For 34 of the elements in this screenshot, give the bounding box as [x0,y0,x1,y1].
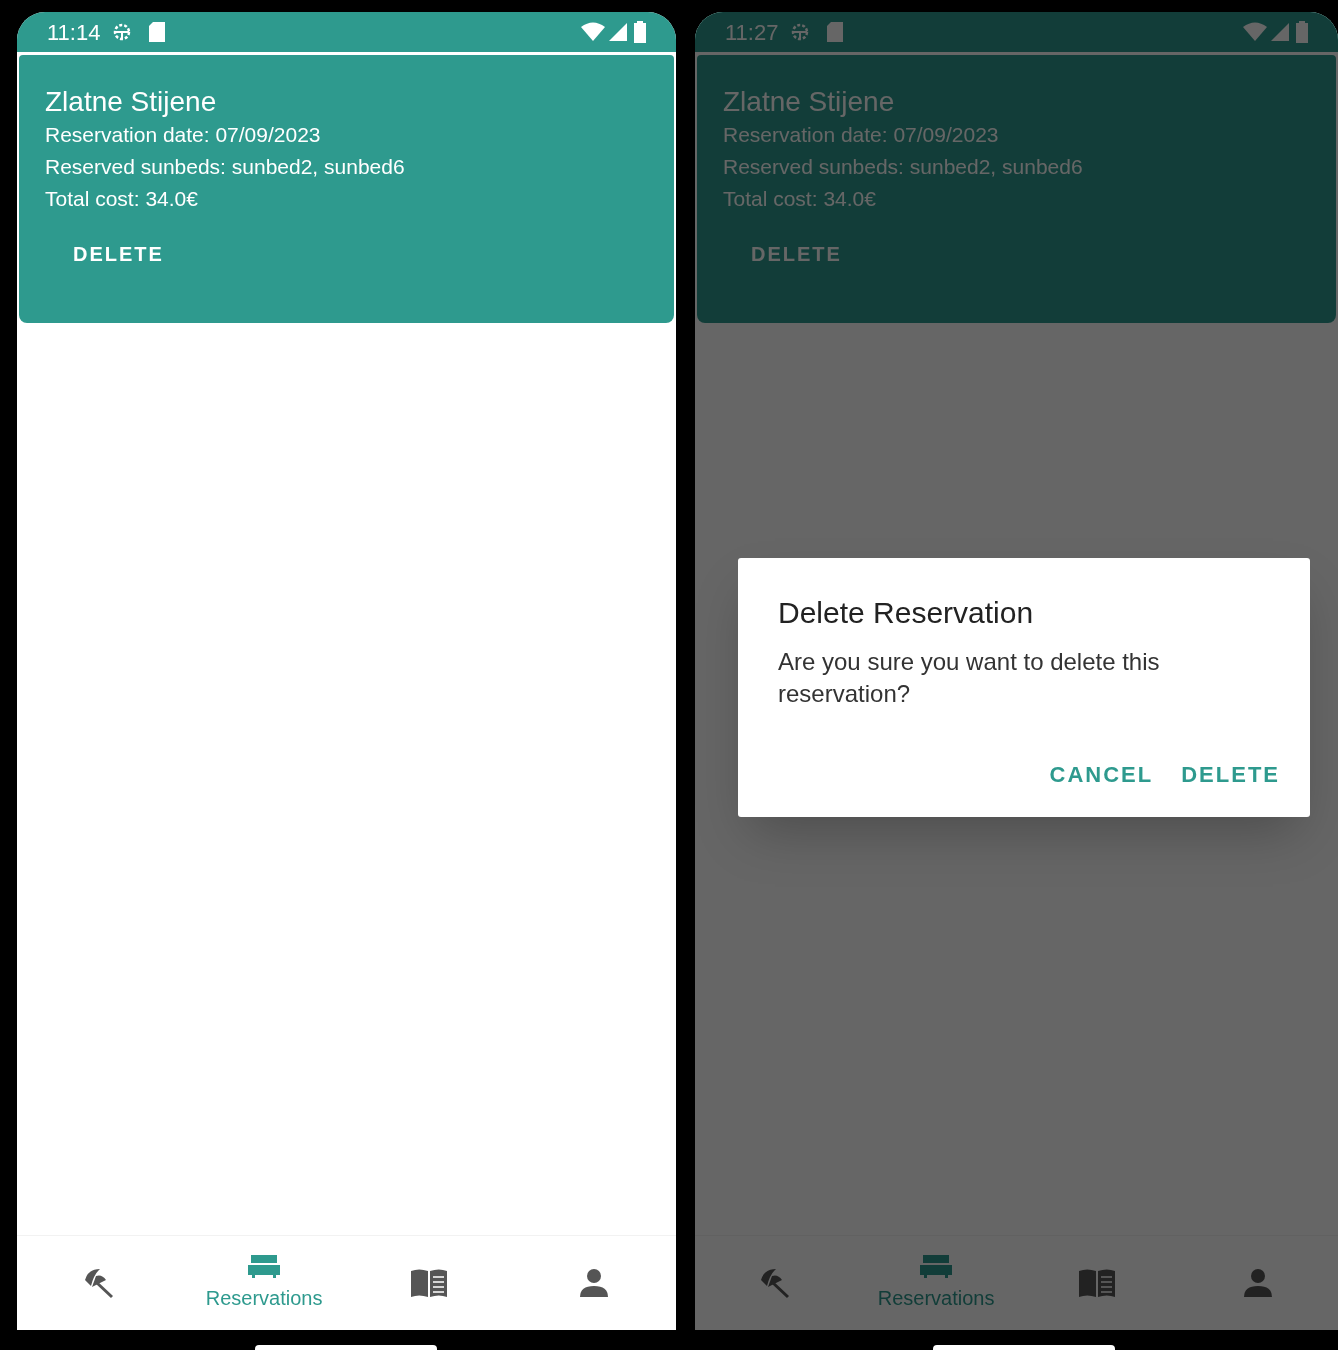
nav-item[interactable]: Reservations [855,1236,1017,1330]
bed-icon [247,1253,282,1279]
signal-icon [1270,22,1290,42]
person-icon [578,1268,609,1298]
book-icon [409,1268,448,1298]
reservation-detail: Total cost: 34.0€ [723,186,876,212]
nav-label: Reservations [877,1286,995,1311]
dialog-button[interactable]: CANCEL [1049,758,1154,791]
status-time: 11:27 [725,18,779,47]
battery-icon [634,21,646,43]
delete-button[interactable]: DELETE [45,229,192,279]
person-icon [1242,1268,1273,1298]
reservation-detail: Total cost: 34.0€ [45,186,198,212]
battery-icon [1296,21,1308,43]
wifi-icon [580,22,606,42]
book-icon [1077,1268,1116,1298]
status-time: 11:14 [47,18,101,47]
wifi-icon [1242,22,1268,42]
dialog-message: Are you sure you want to delete this reservation? [778,647,1161,709]
bed-icon [919,1253,954,1279]
delete-button[interactable]: DELETE [723,229,870,279]
reservation-detail: Reservation date: 07/09/2023 [723,122,999,148]
dialog-button[interactable]: DELETE [1181,758,1280,791]
beach-name: Zlatne Stijene [723,85,895,119]
reservation-detail: Reservation date: 07/09/2023 [45,122,321,148]
signal-icon [608,22,628,42]
reservation-detail: Reserved sunbeds: sunbed2, sunbed6 [723,154,1083,180]
nav-item[interactable]: Reservations [181,1236,347,1330]
dialog-title: Delete Reservation [778,595,1035,631]
sd-card-icon [148,21,167,43]
reservation-detail: Reserved sunbeds: sunbed2, sunbed6 [45,154,405,180]
beach-name: Zlatne Stijene [45,85,217,119]
sd-card-icon [826,21,845,43]
nav-label: Reservations [205,1286,323,1311]
